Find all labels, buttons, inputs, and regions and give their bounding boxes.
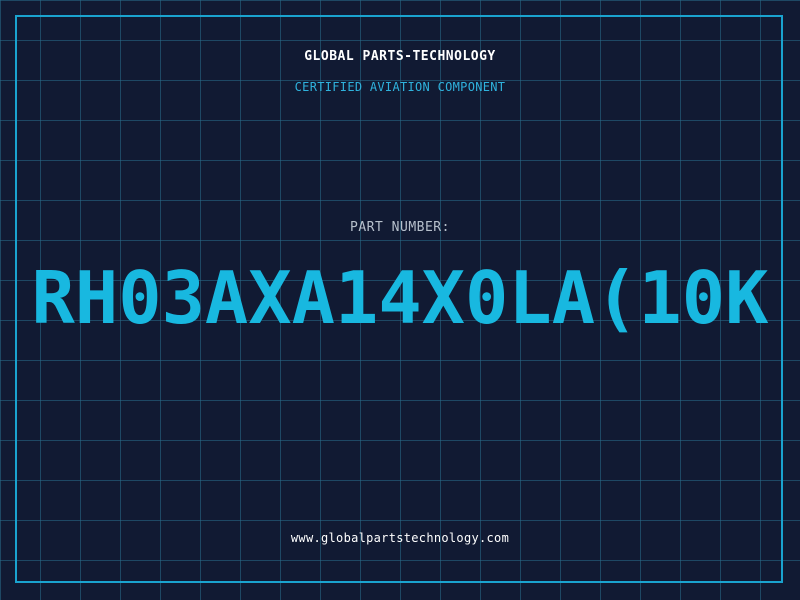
certificate-card: GLOBAL PARTS-TECHNOLOGY CERTIFIED AVIATI… (0, 0, 800, 600)
company-name: GLOBAL PARTS-TECHNOLOGY (304, 49, 496, 64)
certification-subtitle: CERTIFIED AVIATION COMPONENT (294, 80, 506, 94)
part-number-value: RH03AXA14X0LA(10K (31, 256, 769, 340)
website-url[interactable]: www.globalpartstechnology.com (0, 531, 800, 545)
part-number-label: PART NUMBER: (350, 220, 450, 235)
